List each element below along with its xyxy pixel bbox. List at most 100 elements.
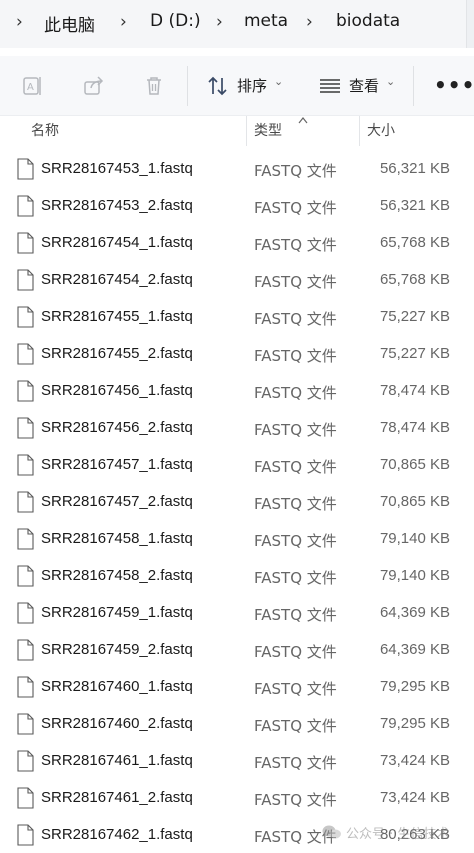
file-row[interactable]: SRR28167459_2.fastq FASTQ 文件 64,369 KB — [0, 633, 474, 670]
file-name[interactable]: SRR28167462_1.fastq — [41, 826, 193, 843]
file-size: 79,140 KB — [379, 567, 450, 584]
watermark: 公众号 · 生信技术 — [322, 822, 472, 846]
view-list-icon[interactable] — [318, 74, 342, 98]
file-size: 79,295 KB — [379, 678, 450, 695]
file-name[interactable]: SRR28167453_2.fastq — [41, 197, 193, 214]
breadcrumb-chevron-icon[interactable]: › — [306, 12, 313, 32]
file-icon — [17, 824, 34, 846]
file-row[interactable]: SRR28167454_1.fastq FASTQ 文件 65,768 KB — [0, 226, 474, 263]
file-size: 79,140 KB — [379, 530, 450, 547]
file-type: FASTQ 文件 — [254, 495, 337, 513]
address-bar[interactable]: › 此电脑 › D (D:) › meta › biodata — [0, 0, 474, 48]
file-name[interactable]: SRR28167458_2.fastq — [41, 567, 193, 584]
toolbar-separator — [187, 66, 188, 106]
breadcrumb-chevron-icon[interactable]: › — [120, 12, 127, 32]
breadcrumb-item-this-pc[interactable]: 此电脑 — [44, 11, 95, 36]
file-row[interactable]: SRR28167459_1.fastq FASTQ 文件 64,369 KB — [0, 596, 474, 633]
file-row[interactable]: SRR28167461_1.fastq FASTQ 文件 73,424 KB — [0, 744, 474, 781]
file-name[interactable]: SRR28167461_1.fastq — [41, 752, 193, 769]
file-size: 75,227 KB — [379, 345, 450, 362]
file-type: FASTQ 文件 — [254, 162, 337, 180]
file-name[interactable]: SRR28167454_2.fastq — [41, 271, 193, 288]
file-type: FASTQ 文件 — [254, 717, 337, 735]
file-row[interactable]: SRR28167454_2.fastq FASTQ 文件 65,768 KB — [0, 263, 474, 300]
file-type: FASTQ 文件 — [254, 199, 337, 217]
file-name[interactable]: SRR28167461_2.fastq — [41, 789, 193, 806]
file-icon — [17, 528, 34, 550]
breadcrumb[interactable]: › 此电脑 › D (D:) › meta › biodata — [0, 0, 464, 48]
column-divider[interactable] — [359, 116, 360, 146]
file-row[interactable]: SRR28167457_1.fastq FASTQ 文件 70,865 KB — [0, 448, 474, 485]
file-icon — [17, 232, 34, 254]
file-row[interactable]: SRR28167460_2.fastq FASTQ 文件 79,295 KB — [0, 707, 474, 744]
file-icon — [17, 343, 34, 365]
delete-icon[interactable] — [142, 74, 166, 98]
file-row[interactable]: SRR28167456_2.fastq FASTQ 文件 78,474 KB — [0, 411, 474, 448]
file-size: 75,227 KB — [379, 308, 450, 325]
sort-ascending-icon — [298, 117, 308, 124]
file-size: 78,474 KB — [379, 419, 450, 436]
share-icon[interactable] — [82, 74, 106, 98]
file-icon — [17, 195, 34, 217]
file-name[interactable]: SRR28167457_2.fastq — [41, 493, 193, 510]
column-header-name[interactable]: 名称 — [31, 120, 59, 140]
breadcrumb-item-meta[interactable]: meta — [244, 11, 288, 31]
breadcrumb-chevron-icon[interactable]: › — [16, 12, 23, 32]
column-header-row: 名称 类型 大小 — [0, 116, 474, 146]
file-type: FASTQ 文件 — [254, 421, 337, 439]
file-name[interactable]: SRR28167457_1.fastq — [41, 456, 193, 473]
column-header-type[interactable]: 类型 — [254, 120, 282, 140]
file-name[interactable]: SRR28167458_1.fastq — [41, 530, 193, 547]
chevron-down-icon[interactable]: ⌄ — [386, 75, 395, 88]
file-type: FASTQ 文件 — [254, 236, 337, 254]
watermark-text: 公众号 · 生信技术 — [346, 827, 450, 842]
file-name[interactable]: SRR28167459_1.fastq — [41, 604, 193, 621]
breadcrumb-chevron-icon[interactable]: › — [216, 12, 223, 32]
breadcrumb-item-drive-d[interactable]: D (D:) — [150, 11, 201, 31]
rename-icon[interactable]: A — [21, 74, 45, 98]
file-name[interactable]: SRR28167459_2.fastq — [41, 641, 193, 658]
file-size: 78,474 KB — [379, 382, 450, 399]
file-name[interactable]: SRR28167456_1.fastq — [41, 382, 193, 399]
file-size: 73,424 KB — [379, 789, 450, 806]
address-bar-edge — [466, 0, 474, 48]
file-icon — [17, 750, 34, 772]
file-row[interactable]: SRR28167457_2.fastq FASTQ 文件 70,865 KB — [0, 485, 474, 522]
sort-button[interactable]: 排序 — [237, 75, 267, 96]
column-divider[interactable] — [246, 116, 247, 146]
file-size: 64,369 KB — [379, 641, 450, 658]
file-row[interactable]: SRR28167458_1.fastq FASTQ 文件 79,140 KB — [0, 522, 474, 559]
file-row[interactable]: SRR28167455_2.fastq FASTQ 文件 75,227 KB — [0, 337, 474, 374]
chevron-down-icon[interactable]: ⌄ — [274, 75, 283, 88]
file-name[interactable]: SRR28167456_2.fastq — [41, 419, 193, 436]
file-list: SRR28167453_1.fastq FASTQ 文件 56,321 KB SRR2… — [0, 152, 474, 853]
file-name[interactable]: SRR28167453_1.fastq — [41, 160, 193, 177]
file-name[interactable]: SRR28167455_1.fastq — [41, 308, 193, 325]
file-type: FASTQ 文件 — [254, 680, 337, 698]
file-icon — [17, 269, 34, 291]
file-icon — [17, 454, 34, 476]
file-name[interactable]: SRR28167460_2.fastq — [41, 715, 193, 732]
file-row[interactable]: SRR28167455_1.fastq FASTQ 文件 75,227 KB — [0, 300, 474, 337]
file-row[interactable]: SRR28167461_2.fastq FASTQ 文件 73,424 KB — [0, 781, 474, 818]
file-name[interactable]: SRR28167454_1.fastq — [41, 234, 193, 251]
file-size: 65,768 KB — [379, 234, 450, 251]
file-size: 70,865 KB — [379, 456, 450, 473]
file-row[interactable]: SRR28167458_2.fastq FASTQ 文件 79,140 KB — [0, 559, 474, 596]
view-button[interactable]: 查看 — [349, 75, 379, 96]
file-name[interactable]: SRR28167460_1.fastq — [41, 678, 193, 695]
file-icon — [17, 306, 34, 328]
file-row[interactable]: SRR28167456_1.fastq FASTQ 文件 78,474 KB — [0, 374, 474, 411]
sort-icon[interactable] — [206, 74, 230, 98]
file-name[interactable]: SRR28167455_2.fastq — [41, 345, 193, 362]
file-row[interactable]: SRR28167453_1.fastq FASTQ 文件 56,321 KB — [0, 152, 474, 189]
file-type: FASTQ 文件 — [254, 606, 337, 624]
more-options-button[interactable]: ••• — [434, 73, 474, 97]
column-header-size[interactable]: 大小 — [367, 120, 395, 140]
file-row[interactable]: SRR28167460_1.fastq FASTQ 文件 79,295 KB — [0, 670, 474, 707]
file-icon — [17, 565, 34, 587]
file-type: FASTQ 文件 — [254, 273, 337, 291]
file-type: FASTQ 文件 — [254, 384, 337, 402]
breadcrumb-item-biodata[interactable]: biodata — [336, 11, 400, 31]
file-row[interactable]: SRR28167453_2.fastq FASTQ 文件 56,321 KB — [0, 189, 474, 226]
